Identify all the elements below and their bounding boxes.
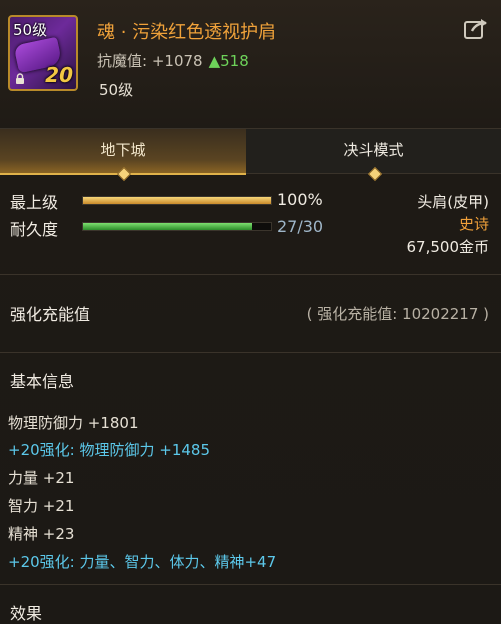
sell-price: 67,500金币 xyxy=(406,238,490,256)
item-level: 50级 xyxy=(99,81,134,99)
item-title: 魂 · 污染红色透视护肩 xyxy=(97,22,277,43)
durability-bar xyxy=(82,222,272,231)
anti-magic-increase: ▲518 xyxy=(208,52,249,70)
rarity-label: 史诗 xyxy=(458,215,489,233)
divider xyxy=(0,274,501,275)
tab-duel-mode-label: 决斗模式 xyxy=(343,141,404,159)
anti-magic-value: +1078 xyxy=(151,52,203,70)
basic-info-line: 力量 +21 xyxy=(8,469,75,487)
item-icon[interactable]: 50级 20 xyxy=(8,15,78,91)
share-icon[interactable] xyxy=(463,17,489,41)
durability-label: 耐久度 xyxy=(10,220,59,239)
item-icon-level: 50级 xyxy=(13,21,48,39)
charge-section-title: 强化充能值 xyxy=(10,305,91,324)
tab-duel-mode[interactable]: 决斗模式 xyxy=(246,129,501,182)
top-grade-label: 最上级 xyxy=(10,193,59,212)
top-grade-bar-fill xyxy=(83,197,271,204)
top-grade-value: 100% xyxy=(277,190,323,209)
durability-value: 27/30 xyxy=(277,217,324,236)
basic-info-line: 智力 +21 xyxy=(8,497,75,515)
effects-title: 效果 xyxy=(10,604,43,623)
top-grade-bar xyxy=(82,196,272,205)
divider xyxy=(0,352,501,353)
lock-icon xyxy=(16,73,24,84)
reinforce-level-badge: 20 xyxy=(45,63,73,87)
durability-bar-fill xyxy=(83,223,253,230)
basic-info-line: 物理防御力 +1801 xyxy=(8,414,139,432)
anti-magic-stat: 抗魔值: +1078 ▲518 xyxy=(97,50,249,71)
tab-dungeon-label: 地下城 xyxy=(100,141,146,159)
anti-magic-label: 抗魔值: xyxy=(97,52,148,70)
equipment-slot-type: 头肩(皮甲) xyxy=(417,193,489,211)
basic-info-line: +20强化: 物理防御力 +1485 xyxy=(8,441,210,459)
tab-dungeon[interactable]: 地下城 xyxy=(0,129,246,182)
mode-tabs: 地下城 决斗模式 xyxy=(0,128,501,182)
basic-info-line: +20强化: 力量、智力、体力、精神+47 xyxy=(8,553,277,571)
basic-info-line: 精神 +23 xyxy=(8,525,75,543)
charge-value: ( 强化充能值: 10202217 ) xyxy=(306,305,489,323)
divider xyxy=(0,584,501,585)
basic-info-title: 基本信息 xyxy=(10,372,75,391)
